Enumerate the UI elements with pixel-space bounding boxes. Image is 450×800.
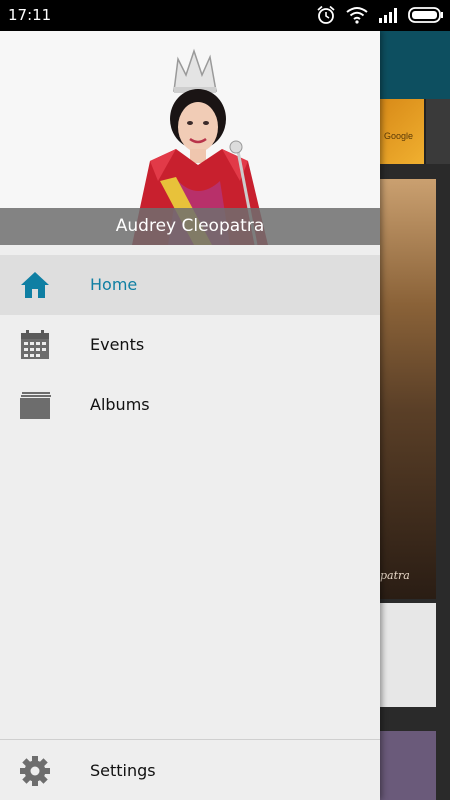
banner-dark-tile	[426, 99, 450, 164]
album-icon	[20, 392, 51, 419]
status-time: 17:11	[8, 6, 52, 24]
banner-text: Google	[384, 131, 414, 141]
profile-name: Audrey Cleopatra	[115, 216, 265, 236]
background-app[interactable]: Google patra	[380, 31, 450, 800]
drawer-item-albums[interactable]: Albums	[0, 375, 380, 435]
profile-name-band: Audrey Cleopatra	[0, 208, 380, 245]
drawer-item-settings[interactable]: Settings	[0, 740, 380, 800]
app-banner: Google	[380, 99, 450, 164]
home-icon	[21, 272, 49, 298]
drawer-menu: Home Events Albums	[0, 255, 380, 435]
app-card	[380, 603, 436, 707]
drawer-item-events[interactable]: Events	[0, 315, 380, 375]
signal-icon	[379, 8, 397, 23]
calendar-icon	[21, 330, 49, 359]
drawer-header: Audrey Cleopatra	[0, 31, 380, 245]
app-photo: patra	[380, 179, 436, 599]
drawer-item-label: Home	[90, 275, 138, 294]
drawer-item-label: Events	[90, 335, 145, 354]
battery-icon	[408, 7, 443, 23]
drawer-item-home[interactable]: Home	[0, 255, 380, 315]
settings-label: Settings	[90, 761, 156, 780]
app-toolbar	[380, 31, 450, 99]
drawer-item-label: Albums	[90, 395, 150, 414]
navigation-drawer: Audrey Cleopatra Home Events Albums Sett…	[0, 31, 380, 800]
status-bar: 17:11	[0, 0, 450, 31]
wifi-icon	[346, 7, 368, 24]
app-card-image	[380, 731, 436, 800]
status-icons	[316, 5, 444, 25]
gear-icon	[20, 756, 50, 786]
alarm-icon	[317, 5, 335, 24]
banner-tile: Google	[380, 99, 424, 164]
photo-watermark: patra	[380, 569, 410, 582]
